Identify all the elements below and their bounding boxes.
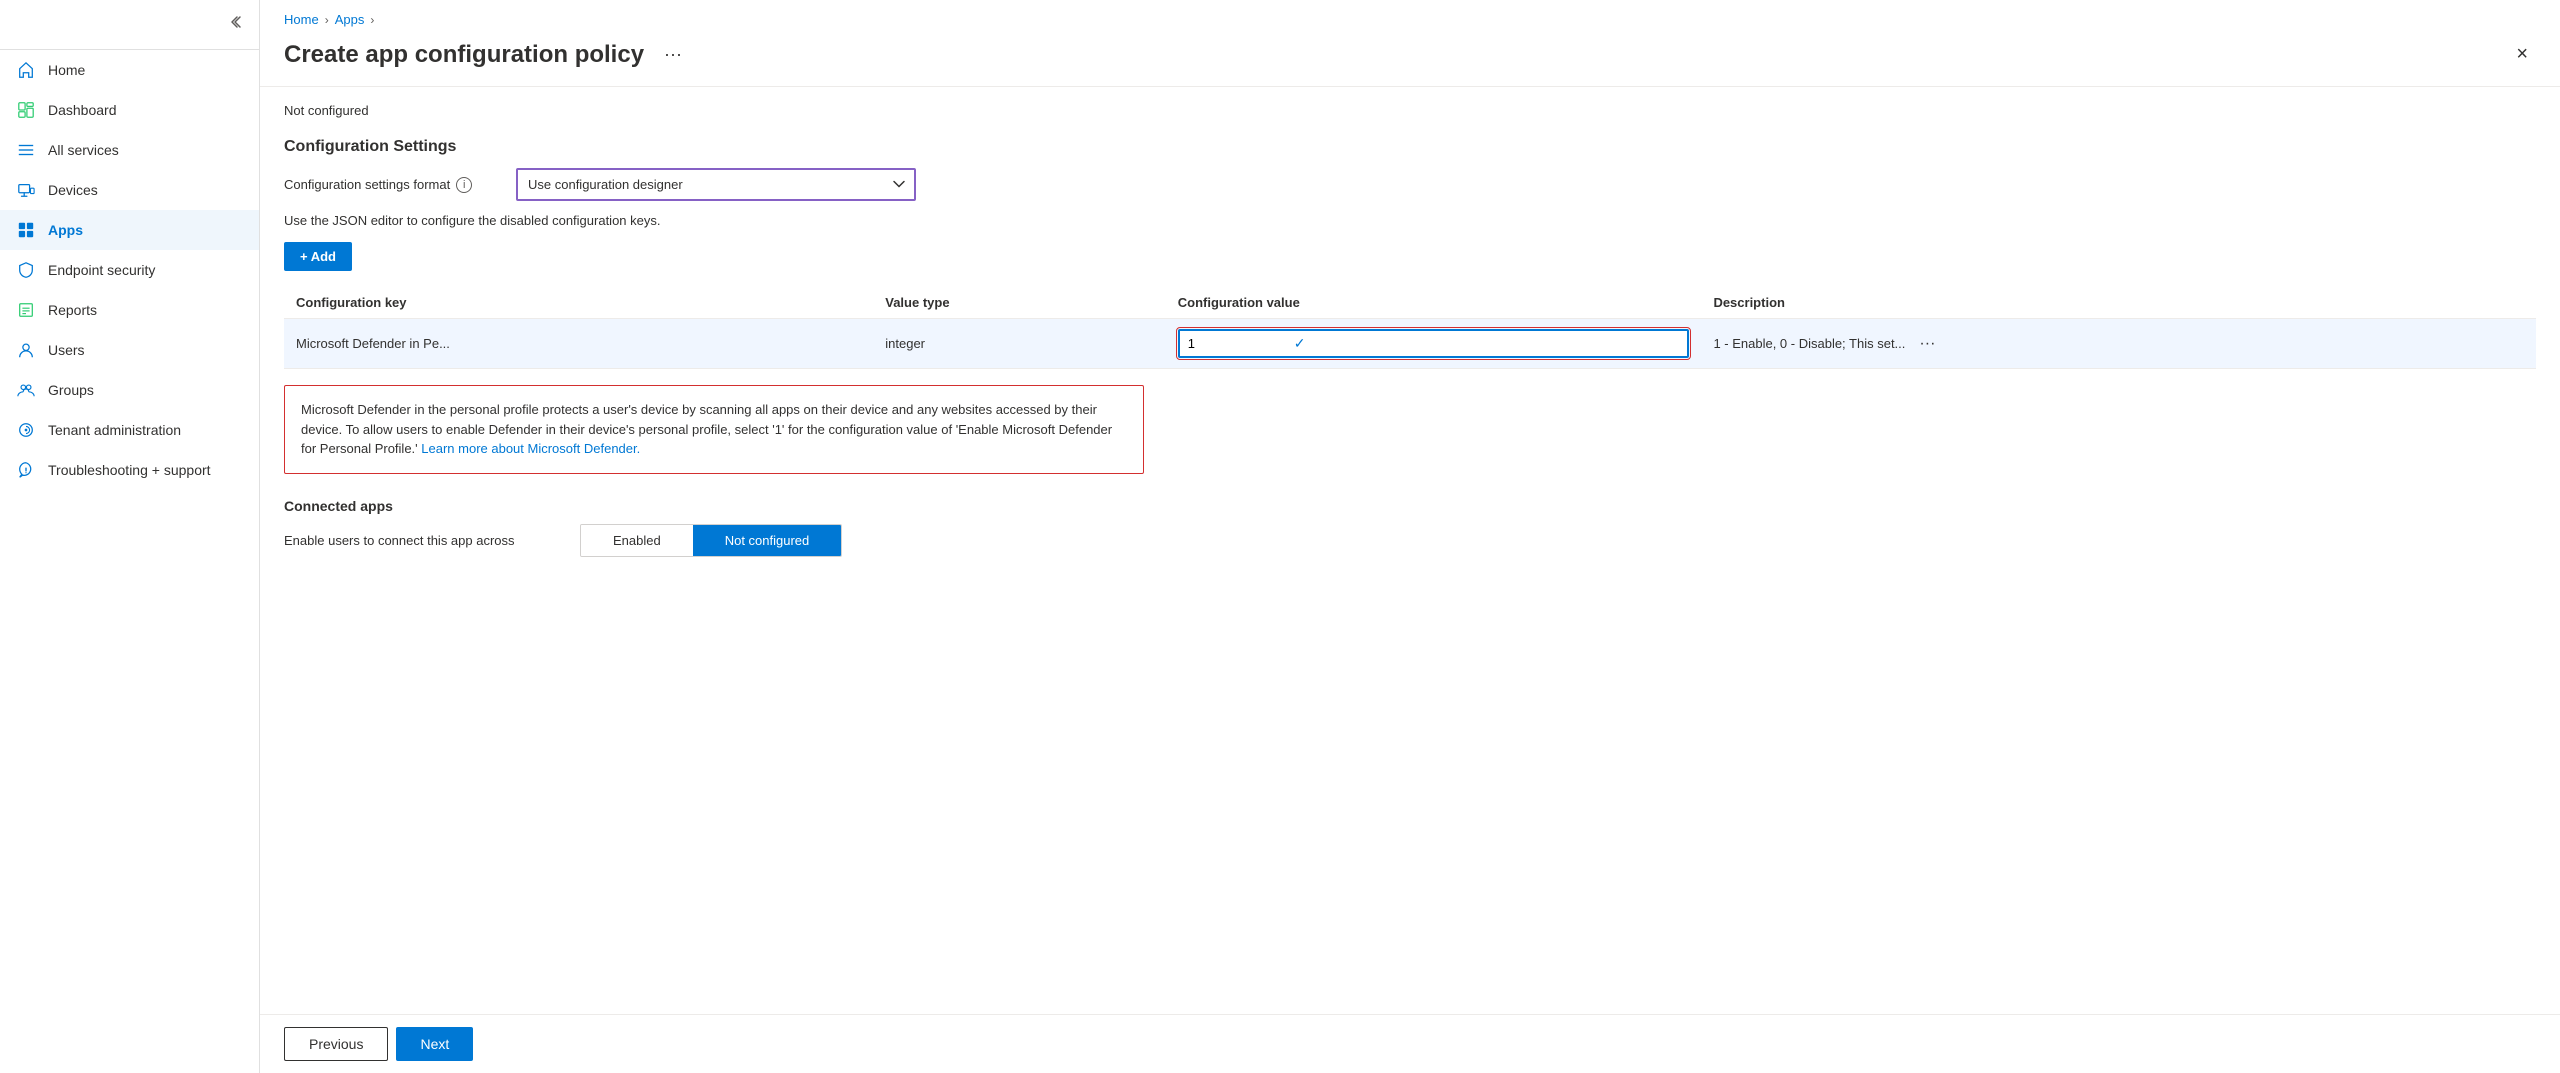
devices-icon: [16, 180, 36, 200]
sidebar-item-all-services-label: All services: [48, 142, 119, 158]
tenant-icon: [16, 420, 36, 440]
sidebar-item-reports-label: Reports: [48, 302, 97, 318]
home-icon: [16, 60, 36, 80]
toggle-enabled-button[interactable]: Enabled: [581, 525, 693, 556]
all-services-icon: [16, 140, 36, 160]
table-cell-value-type: integer: [873, 319, 1166, 369]
sidebar-item-groups-label: Groups: [48, 382, 94, 398]
sidebar-item-users[interactable]: Users: [0, 330, 259, 370]
table-cell-description: 1 - Enable, 0 - Disable; This set... ···: [1701, 319, 2536, 369]
sidebar-item-endpoint-security-label: Endpoint security: [48, 262, 155, 278]
table-cell-config-value: ✓: [1166, 319, 1702, 369]
col-header-value-type: Value type: [873, 287, 1166, 319]
table-cell-key: Microsoft Defender in Pe...: [284, 319, 873, 369]
json-hint: Use the JSON editor to configure the dis…: [284, 213, 2536, 228]
config-format-row: Configuration settings format i Use conf…: [284, 168, 2536, 201]
config-format-label: Configuration settings format i: [284, 177, 504, 193]
sidebar-item-tenant-administration[interactable]: Tenant administration: [0, 410, 259, 450]
breadcrumb: Home › Apps ›: [260, 0, 2560, 31]
reports-icon: [16, 300, 36, 320]
toggle-not-configured-button[interactable]: Not configured: [693, 525, 842, 556]
sidebar-item-troubleshooting[interactable]: Troubleshooting + support: [0, 450, 259, 490]
page-header: Create app configuration policy ··· ×: [260, 31, 2560, 87]
previous-button[interactable]: Previous: [284, 1027, 388, 1061]
groups-icon: [16, 380, 36, 400]
close-button[interactable]: ×: [2508, 39, 2536, 70]
sidebar-item-apps-label: Apps: [48, 222, 83, 238]
col-header-key: Configuration key: [284, 287, 873, 319]
next-button[interactable]: Next: [396, 1027, 473, 1061]
breadcrumb-home[interactable]: Home: [284, 12, 319, 27]
collapse-sidebar-button[interactable]: [223, 10, 247, 39]
info-box-link[interactable]: Learn more about Microsoft Defender.: [421, 441, 640, 456]
config-format-dropdown-wrapper: Use configuration designer Enter JSON da…: [516, 168, 916, 201]
sidebar-item-all-services[interactable]: All services: [0, 130, 259, 170]
dashboard-icon: [16, 100, 36, 120]
config-table: Configuration key Value type Configurati…: [284, 287, 2536, 369]
config-format-select[interactable]: Use configuration designer Enter JSON da…: [516, 168, 916, 201]
connected-apps-title: Connected apps: [284, 498, 2536, 514]
content-area: Not configured Configuration Settings Co…: [260, 87, 2560, 1014]
sidebar: Home Dashboard All services: [0, 0, 260, 1073]
breadcrumb-apps[interactable]: Apps: [335, 12, 365, 27]
col-header-description: Description: [1701, 287, 2536, 319]
sidebar-item-apps[interactable]: Apps: [0, 210, 259, 250]
users-icon: [16, 340, 36, 360]
sidebar-item-troubleshooting-label: Troubleshooting + support: [48, 462, 211, 478]
config-format-info-icon[interactable]: i: [456, 177, 472, 193]
main-panel: Home › Apps › Create app configuration p…: [260, 0, 2560, 1073]
connected-apps-row: Enable users to connect this app across …: [284, 524, 2536, 557]
footer-bar: Previous Next: [260, 1014, 2560, 1073]
sidebar-item-devices-label: Devices: [48, 182, 98, 198]
sidebar-item-dashboard-label: Dashboard: [48, 102, 117, 118]
sidebar-collapse-section: [0, 0, 259, 50]
breadcrumb-sep-1: ›: [325, 13, 329, 27]
sidebar-item-tenant-label: Tenant administration: [48, 422, 181, 438]
sidebar-item-dashboard[interactable]: Dashboard: [0, 90, 259, 130]
sidebar-item-groups[interactable]: Groups: [0, 370, 259, 410]
sidebar-item-users-label: Users: [48, 342, 85, 358]
sidebar-item-devices[interactable]: Devices: [0, 170, 259, 210]
connected-apps-section: Connected apps Enable users to connect t…: [284, 498, 2536, 557]
apps-icon: [16, 220, 36, 240]
not-configured-label: Not configured: [284, 103, 2536, 118]
config-value-input[interactable]: [1188, 336, 1288, 351]
more-options-button[interactable]: ···: [656, 40, 690, 69]
config-value-input-wrapper[interactable]: ✓: [1178, 329, 1690, 358]
add-button[interactable]: + Add: [284, 242, 352, 271]
security-icon: [16, 260, 36, 280]
sidebar-item-endpoint-security[interactable]: Endpoint security: [0, 250, 259, 290]
toggle-group: Enabled Not configured: [580, 524, 842, 557]
check-icon: ✓: [1294, 335, 1306, 352]
sidebar-item-home[interactable]: Home: [0, 50, 259, 90]
sidebar-item-reports[interactable]: Reports: [0, 290, 259, 330]
connected-apps-label: Enable users to connect this app across: [284, 533, 564, 548]
col-header-config-value: Configuration value: [1166, 287, 1702, 319]
row-more-options-button[interactable]: ···: [1913, 333, 1941, 355]
table-row: Microsoft Defender in Pe... integer ✓ 1 …: [284, 319, 2536, 369]
breadcrumb-sep-2: ›: [370, 13, 374, 27]
info-box: Microsoft Defender in the personal profi…: [284, 385, 1144, 474]
sidebar-item-home-label: Home: [48, 62, 85, 78]
config-settings-title: Configuration Settings: [284, 138, 2536, 156]
page-title: Create app configuration policy: [284, 41, 644, 69]
troubleshoot-icon: [16, 460, 36, 480]
